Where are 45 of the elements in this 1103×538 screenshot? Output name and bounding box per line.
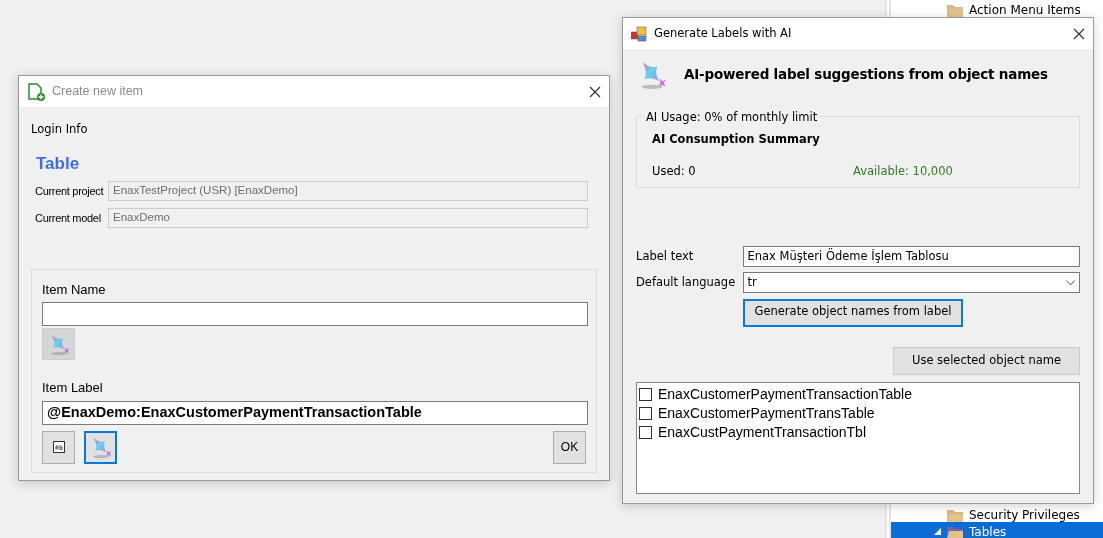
ok-button[interactable]: OK — [553, 430, 586, 464]
close-icon — [1073, 27, 1085, 40]
ai-button[interactable] — [84, 430, 117, 464]
window-title: Create new item — [52, 83, 143, 101]
close-button[interactable] — [589, 85, 601, 98]
tree-item[interactable]: Security Privileges — [891, 505, 1103, 524]
folder-icon — [947, 2, 963, 17]
folder-icon — [947, 507, 963, 522]
section-label: Login Info — [31, 121, 89, 138]
suggestion-item[interactable]: EnaxCustomerPaymentTransactionTable — [639, 385, 1077, 404]
app-icon — [631, 25, 647, 42]
new-document-icon — [27, 82, 45, 101]
field-label: Item Name — [42, 280, 107, 299]
suggestion-item[interactable]: EnaxCustomerPaymentTransTable — [639, 404, 1077, 423]
text-button[interactable] — [42, 430, 75, 464]
field-label: Item Label — [42, 379, 104, 398]
group-legend: AI Usage: 0% of monthly limit — [644, 109, 820, 127]
checkbox[interactable] — [639, 426, 652, 439]
checkbox[interactable] — [639, 407, 652, 420]
available-count: Available: 10,000 — [853, 163, 953, 181]
folder-icon — [947, 524, 963, 538]
language-dropdown[interactable]: tr — [742, 272, 1080, 293]
tree-item[interactable]: Tables — [891, 522, 1103, 538]
close-icon — [589, 85, 601, 98]
close-button[interactable] — [1073, 27, 1085, 40]
field-label: Current project — [35, 183, 105, 199]
window-title: Generate Labels with AI — [654, 24, 792, 42]
input-field[interactable]: @EnaxDemo:EnaxCustomerPaymentTransactionTable — [42, 400, 588, 425]
item-type-heading: Table — [36, 153, 81, 176]
dialog-heading: AI-powered label suggestions from object names — [684, 64, 1048, 84]
field-label: Default language — [636, 273, 737, 291]
chevron-down-icon — [1066, 279, 1075, 286]
summary-title: AI Consumption Summary — [652, 131, 821, 148]
expand-icon — [933, 528, 941, 535]
input-field[interactable] — [42, 302, 588, 327]
use-selected-button[interactable]: Use selected object name — [893, 347, 1080, 375]
checkbox[interactable] — [639, 388, 652, 401]
tree-item[interactable]: Action Menu Items — [891, 0, 1103, 19]
text-field-icon — [52, 441, 65, 454]
suggestion-item[interactable]: EnaxCustPaymentTransactionTbl — [639, 423, 1077, 442]
generate-button[interactable]: Generate object names from label — [743, 299, 963, 327]
field-label: Label text — [636, 247, 695, 265]
input-field[interactable]: Enax Müşteri Ödeme İşlem Tablosu — [742, 246, 1080, 267]
field-label: Current model — [35, 210, 102, 226]
used-count: Used: 0 — [652, 163, 697, 181]
